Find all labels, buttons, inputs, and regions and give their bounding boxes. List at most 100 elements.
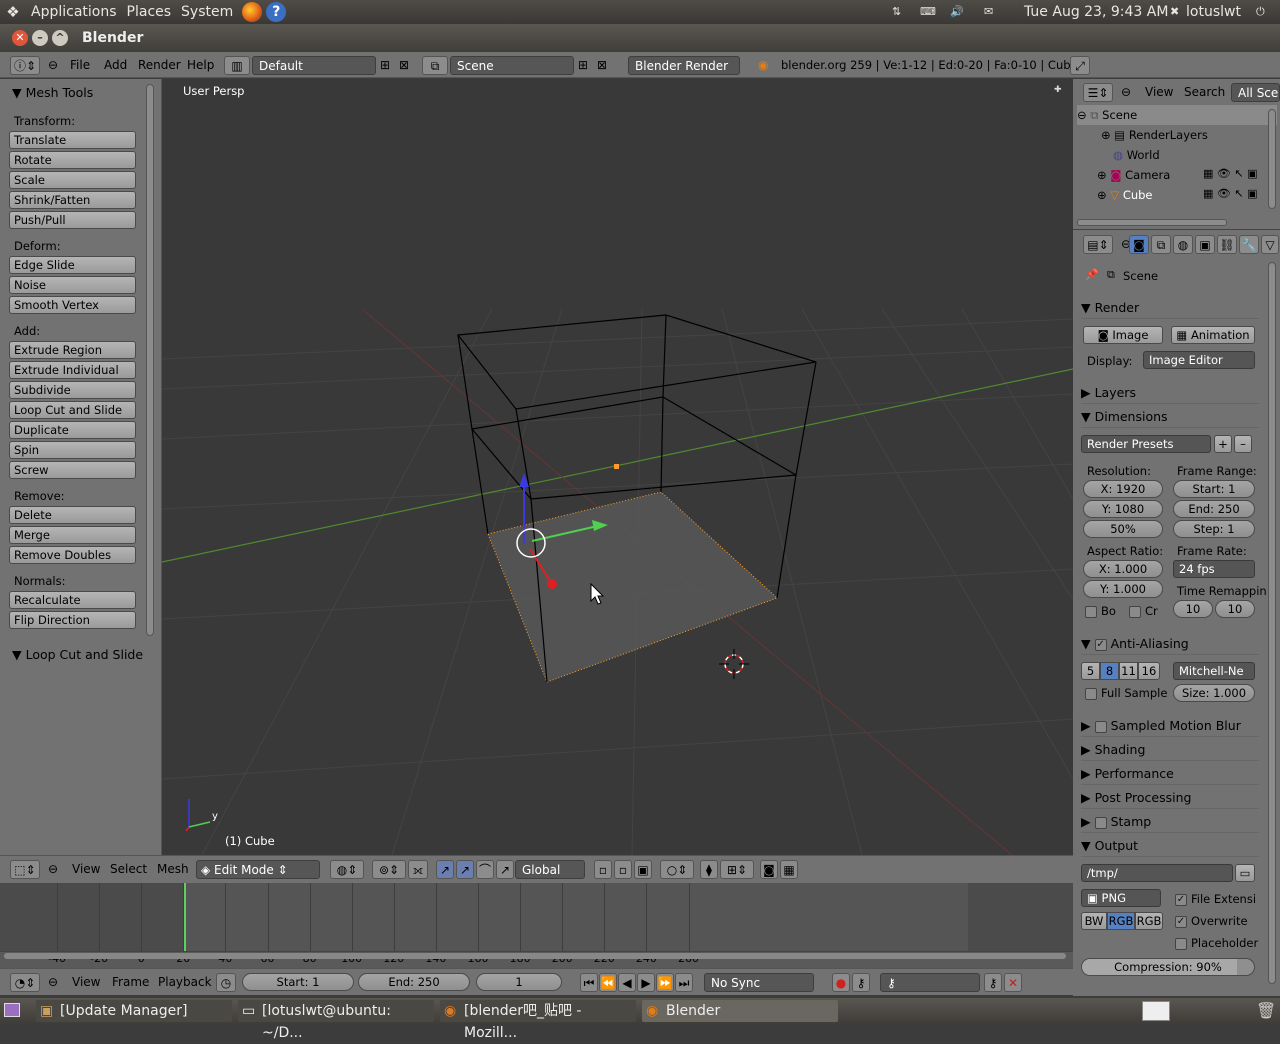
add-preset-icon[interactable]: +: [1214, 435, 1232, 453]
remove-preset-icon[interactable]: –: [1234, 435, 1252, 453]
noise-button[interactable]: Noise: [9, 276, 136, 294]
end-frame-field[interactable]: End: 250: [358, 973, 470, 991]
vp-view-menu[interactable]: View: [72, 860, 100, 879]
orient-icon[interactable]: ↗: [496, 860, 514, 879]
help-menu[interactable]: Help: [187, 56, 214, 75]
edge-slide-button[interactable]: Edge Slide: [9, 256, 136, 274]
edge-select-icon[interactable]: ▫: [614, 860, 632, 879]
performance-panel-title[interactable]: ▶ Performance: [1081, 763, 1259, 785]
delete-key-icon[interactable]: ✕: [1004, 973, 1022, 992]
task-blender[interactable]: ◉ Blender: [642, 1000, 838, 1022]
modifier-tab-icon[interactable]: 🔧: [1239, 235, 1259, 254]
tl-view-menu[interactable]: View: [72, 973, 100, 992]
scale-button[interactable]: Scale: [9, 171, 136, 189]
outliner-scrollbar[interactable]: [1268, 109, 1276, 209]
spin-button[interactable]: Spin: [9, 441, 136, 459]
output-path-field[interactable]: /tmp/: [1081, 864, 1233, 882]
remove-doubles-button[interactable]: Remove Doubles: [9, 546, 136, 564]
proportional-edit-icon[interactable]: ○⇕: [660, 860, 694, 879]
anti-aliasing-panel-title[interactable]: ▼ ✓ Anti-Aliasing: [1081, 633, 1259, 655]
remap-old-field[interactable]: 10: [1173, 600, 1213, 618]
jump-key-back-icon[interactable]: ⏪: [599, 973, 617, 992]
folder-icon[interactable]: ▭: [1235, 864, 1255, 882]
screw-button[interactable]: Screw: [9, 461, 136, 479]
tl-collapse-icon[interactable]: ⊖: [48, 973, 58, 992]
constraint-tab-icon[interactable]: ⛓: [1217, 235, 1237, 254]
insert-key-icon[interactable]: ⚷: [984, 973, 1002, 992]
fullscreen-icon[interactable]: ⤢: [1070, 56, 1090, 75]
minimize-icon[interactable]: –: [32, 30, 48, 46]
aa-samples-8[interactable]: 8: [1100, 662, 1119, 680]
timeline-scrollbar[interactable]: [4, 953, 1066, 959]
scene-tab-icon[interactable]: ⧉: [1151, 235, 1171, 254]
screen-layout-icon[interactable]: ▥: [224, 56, 250, 75]
outliner-item-camera[interactable]: ⊕ ◙ Camera: [1097, 165, 1170, 185]
aa-samples-5[interactable]: 5: [1081, 662, 1100, 680]
firefox-icon[interactable]: [242, 2, 263, 22]
mesh-tools-title[interactable]: ▼ Mesh Tools: [12, 85, 93, 100]
record-icon[interactable]: ●: [832, 973, 850, 992]
aa-samples-16[interactable]: 16: [1138, 662, 1160, 680]
play-icon[interactable]: ▶: [637, 973, 655, 992]
add-layout-icon[interactable]: ⊞: [380, 56, 390, 75]
stamp-panel-title[interactable]: ▶ Stamp: [1081, 811, 1259, 833]
add-menu[interactable]: Add: [104, 56, 127, 75]
help-icon[interactable]: ?: [266, 2, 287, 22]
render-presets-select[interactable]: Render Presets: [1081, 435, 1211, 453]
subdivide-button[interactable]: Subdivide: [9, 381, 136, 399]
render-panel-title[interactable]: ▼ Render: [1081, 297, 1259, 319]
aspect-x-field[interactable]: X: 1.000: [1083, 560, 1163, 578]
places-menu[interactable]: Places: [122, 0, 177, 24]
workspace-switcher[interactable]: [1142, 1001, 1170, 1021]
network-icon[interactable]: ⇅: [892, 0, 901, 24]
user-name[interactable]: lotuslwt: [1186, 0, 1241, 24]
output-panel-title[interactable]: ▼ Output: [1081, 835, 1259, 857]
vp-mesh-menu[interactable]: Mesh: [157, 860, 189, 879]
outliner-item-scene[interactable]: ⊖ ⧉ Scene: [1077, 105, 1277, 125]
extrude-individual-button[interactable]: Extrude Individual: [9, 361, 136, 379]
resolution-x-field[interactable]: X: 1920: [1083, 480, 1163, 498]
compression-slider[interactable]: Compression: 90%: [1081, 958, 1255, 976]
rotate-manip-icon[interactable]: ↗: [456, 860, 474, 879]
vertex-select-icon[interactable]: ▫: [594, 860, 612, 879]
jump-start-icon[interactable]: ⏮: [580, 973, 598, 992]
color-bw-button[interactable]: BW: [1081, 912, 1107, 930]
play-reverse-icon[interactable]: ◀: [618, 973, 636, 992]
pin-icon[interactable]: 📌: [1085, 268, 1099, 281]
color-rgba-button[interactable]: RGB: [1135, 912, 1163, 930]
translate-button[interactable]: Translate: [9, 131, 136, 149]
loop-cut-button[interactable]: Loop Cut and Slide: [9, 401, 136, 419]
frame-step-field[interactable]: Step: 1: [1173, 520, 1255, 538]
outliner-item-cube[interactable]: ⊕ ▽ Cube: [1097, 185, 1153, 205]
collapse-icon[interactable]: ⊖: [48, 56, 58, 75]
aa-filter-select[interactable]: Mitchell-Ne: [1173, 662, 1255, 680]
camera-visibility-icons[interactable]: ▦ 👁 ↖ ▣: [1203, 167, 1257, 180]
mode-select[interactable]: ◈ Edit Mode ⇕: [196, 860, 320, 879]
extrude-region-button[interactable]: Extrude Region: [9, 341, 136, 359]
ol-view-menu[interactable]: View: [1145, 83, 1173, 102]
maximize-icon[interactable]: ^: [52, 30, 68, 46]
tool-shelf-scrollbar[interactable]: [146, 84, 154, 636]
sync-select[interactable]: No Sync: [704, 973, 814, 992]
preview-range-icon[interactable]: ◷: [216, 973, 236, 992]
orientation-select[interactable]: Global: [515, 860, 585, 879]
remove-scene-icon[interactable]: ⊠: [597, 56, 607, 75]
shrink-fatten-button[interactable]: Shrink/Fatten: [9, 191, 136, 209]
vp-select-menu[interactable]: Select: [110, 860, 147, 879]
aa-samples-11[interactable]: 11: [1119, 662, 1138, 680]
outliner-h-scrollbar[interactable]: [1077, 219, 1227, 226]
layers-panel-title[interactable]: ▶ Layers: [1081, 382, 1259, 404]
remap-new-field[interactable]: 10: [1215, 600, 1255, 618]
jump-end-icon[interactable]: ⏭: [675, 973, 693, 992]
push-pull-button[interactable]: Push/Pull: [9, 211, 136, 229]
power-icon[interactable]: ⏻: [1256, 0, 1265, 24]
data-tab-icon[interactable]: ▽: [1261, 235, 1279, 254]
frame-start-field[interactable]: Start: 1: [1173, 480, 1255, 498]
frame-end-field[interactable]: End: 250: [1173, 500, 1255, 518]
mail-icon[interactable]: ✉: [984, 0, 993, 24]
viewport-scene[interactable]: [162, 79, 1073, 855]
scene-icon[interactable]: ⧉: [422, 56, 448, 75]
border-checkbox[interactable]: Bo: [1085, 604, 1116, 618]
viewport-editor-type-icon[interactable]: ⬚⇕: [10, 860, 40, 879]
keying-set-field[interactable]: ⚷: [880, 973, 980, 992]
